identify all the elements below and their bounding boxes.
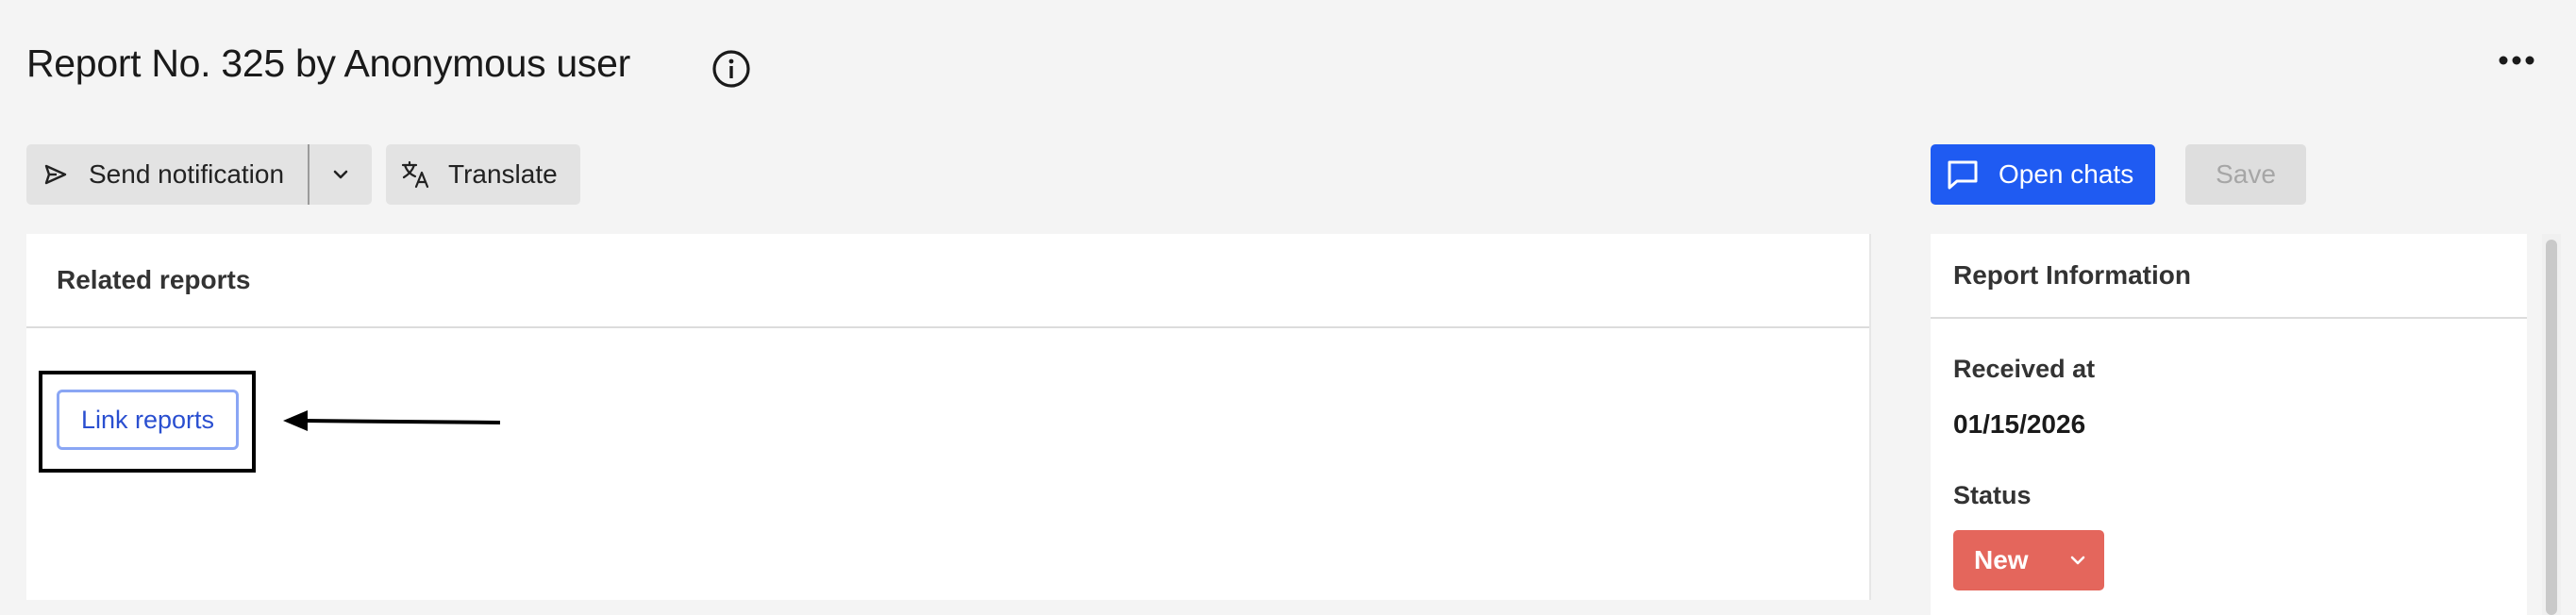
status-label: Status [1953, 481, 2032, 509]
report-page: Report No. 325 by Anonymous user Send no… [0, 0, 2576, 615]
related-reports-heading: Related reports [26, 234, 1869, 328]
more-horizontal-icon[interactable] [2498, 55, 2535, 66]
chevron-down-icon [2070, 556, 2085, 565]
scrollbar-thumb[interactable] [2546, 240, 2557, 615]
translate-label: Translate [448, 159, 558, 189]
status-value: New [1974, 545, 2029, 574]
related-reports-panel: Related reports Link reports [26, 234, 1871, 600]
send-notification-button[interactable]: Send notification [26, 144, 309, 205]
save-button[interactable]: Save [2185, 144, 2306, 205]
chevron-down-icon [333, 170, 348, 179]
received-at-label: Received at [1953, 355, 2096, 383]
received-at-value: 01/15/2026 [1953, 409, 2086, 439]
status-dropdown[interactable]: New [1953, 530, 2104, 590]
open-chats-label: Open chats [1999, 159, 2134, 189]
info-circle-icon[interactable] [711, 49, 751, 89]
report-information-panel: Report Information Received at 01/15/202… [1931, 234, 2527, 615]
send-notification-group: Send notification [26, 144, 372, 205]
link-reports-button[interactable]: Link reports [57, 390, 239, 450]
translate-icon [401, 160, 429, 189]
send-notification-label: Send notification [89, 159, 285, 189]
send-notification-dropdown-button[interactable] [309, 144, 372, 205]
send-icon [44, 164, 67, 185]
page-title: Report No. 325 by Anonymous user [26, 42, 630, 85]
chat-icon [1948, 160, 1978, 190]
translate-button[interactable]: Translate [386, 144, 580, 205]
arrow-left-icon [283, 410, 501, 431]
open-chats-button[interactable]: Open chats [1931, 144, 2155, 205]
report-information-heading: Report Information [1931, 234, 2527, 319]
